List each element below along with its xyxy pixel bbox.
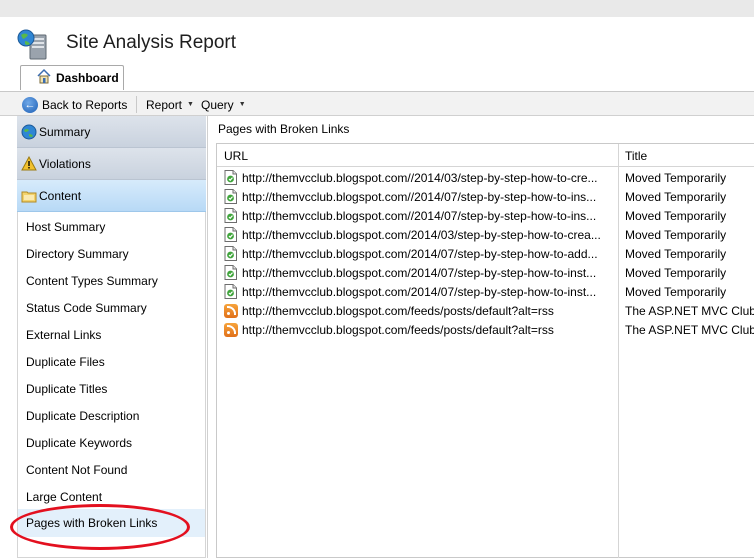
page-icon (224, 189, 237, 204)
chevron-down-icon: ▼ (187, 101, 194, 108)
app-title: Site Analysis Report (66, 32, 237, 53)
table-row[interactable]: http://themvcclub.blogspot.com//2014/07/… (217, 206, 754, 225)
folder-icon (21, 191, 37, 203)
title-cell: Moved Temporarily (625, 227, 727, 242)
table-row[interactable]: http://themvcclub.blogspot.com/2014/07/s… (217, 282, 754, 301)
section-content[interactable]: Content (17, 180, 206, 212)
url-text: http://themvcclub.blogspot.com/2014/07/s… (242, 265, 597, 280)
globe-icon (21, 124, 37, 140)
column-header-url[interactable]: URL (217, 144, 248, 167)
section-content-label: Content (39, 188, 82, 203)
table-row[interactable]: http://themvcclub.blogspot.com/2014/07/s… (217, 263, 754, 282)
sidebar-item-external-links[interactable]: External Links (18, 322, 205, 347)
report-menu-label: Report (146, 97, 183, 112)
url-cell: http://themvcclub.blogspot.com//2014/03/… (224, 168, 616, 187)
report-menu-button[interactable]: Report ▼ (146, 96, 194, 113)
sidebar-item-duplicate-keywords[interactable]: Duplicate Keywords (18, 430, 205, 455)
url-cell: http://themvcclub.blogspot.com/2014/07/s… (224, 244, 616, 263)
sidebar-item-directory-summary[interactable]: Directory Summary (18, 241, 205, 266)
title-cell: Moved Temporarily (625, 208, 727, 223)
url-text: http://themvcclub.blogspot.com//2014/07/… (242, 189, 597, 204)
url-text: http://themvcclub.blogspot.com/2014/03/s… (242, 227, 601, 242)
url-cell: http://themvcclub.blogspot.com/2014/07/s… (224, 263, 616, 282)
table-header: URL Title (217, 144, 754, 167)
chevron-down-icon: ▼ (238, 101, 246, 108)
section-summary[interactable]: Summary (17, 116, 206, 148)
column-header-title[interactable]: Title (618, 144, 647, 167)
table-row[interactable]: http://themvcclub.blogspot.com/feeds/pos… (217, 320, 754, 339)
window-top-bar (0, 0, 754, 17)
url-cell: http://themvcclub.blogspot.com//2014/07/… (224, 206, 616, 225)
table-row[interactable]: http://themvcclub.blogspot.com//2014/03/… (217, 168, 754, 187)
url-cell: http://themvcclub.blogspot.com/2014/03/s… (224, 225, 616, 244)
title-cell: Moved Temporarily (625, 265, 727, 280)
table-row[interactable]: http://themvcclub.blogspot.com/2014/07/s… (217, 244, 754, 263)
sidebar-item-duplicate-files[interactable]: Duplicate Files (18, 349, 205, 374)
url-cell: http://themvcclub.blogspot.com//2014/07/… (224, 187, 616, 206)
url-text: http://themvcclub.blogspot.com/2014/07/s… (242, 284, 597, 299)
home-icon (37, 68, 51, 84)
url-cell: http://themvcclub.blogspot.com/feeds/pos… (224, 301, 616, 320)
url-text: http://themvcclub.blogspot.com//2014/03/… (242, 170, 598, 185)
warning-icon (21, 156, 37, 171)
title-cell: The ASP.NET MVC Club (625, 303, 754, 318)
back-to-reports-label: Back to Reports (42, 97, 128, 112)
title-cell: Moved Temporarily (625, 284, 727, 299)
page-icon (224, 246, 237, 261)
section-violations[interactable]: Violations (17, 148, 206, 180)
url-text: http://themvcclub.blogspot.com/feeds/pos… (242, 322, 554, 337)
toolbar: ← Back to Reports Report ▼ Query ▼ (0, 91, 754, 116)
page-icon (224, 170, 237, 185)
table-row[interactable]: http://themvcclub.blogspot.com/feeds/pos… (217, 301, 754, 320)
red-highlight-oval (10, 504, 190, 550)
page-title: Pages with Broken Links (208, 116, 754, 141)
back-to-reports-button[interactable]: ← Back to Reports (22, 96, 127, 113)
title-cell: Moved Temporarily (625, 246, 727, 261)
url-text: http://themvcclub.blogspot.com//2014/07/… (242, 208, 597, 223)
page-icon (224, 265, 237, 280)
main-panel: Pages with Broken Links URL Title http:/… (207, 116, 754, 558)
title-cell: Moved Temporarily (625, 170, 727, 185)
url-cell: http://themvcclub.blogspot.com/feeds/pos… (224, 320, 616, 339)
sidebar-item-host-summary[interactable]: Host Summary (18, 214, 205, 239)
back-arrow-icon: ← (22, 96, 38, 113)
section-violations-label: Violations (39, 156, 91, 171)
table-row[interactable]: http://themvcclub.blogspot.com/2014/03/s… (217, 225, 754, 244)
sidebar-item-duplicate-description[interactable]: Duplicate Description (18, 403, 205, 428)
table-row[interactable]: http://themvcclub.blogspot.com//2014/07/… (217, 187, 754, 206)
app-header: Site Analysis Report Dashboard (0, 17, 754, 91)
rss-icon (224, 303, 238, 318)
page-icon (224, 208, 237, 223)
sidebar-item-status-code-summary[interactable]: Status Code Summary (18, 295, 205, 320)
section-summary-label: Summary (39, 124, 91, 139)
title-cell: The ASP.NET MVC Club (625, 322, 754, 337)
results-table: URL Title http://themvcclub.blogspot.com… (216, 143, 754, 558)
page-icon (224, 284, 237, 299)
sidebar-item-content-types-summary[interactable]: Content Types Summary (18, 268, 205, 293)
toolbar-separator (136, 96, 137, 113)
query-menu-button[interactable]: Query ▼ (201, 96, 246, 113)
server-globe-icon (17, 29, 47, 60)
rss-icon (224, 322, 238, 337)
url-cell: http://themvcclub.blogspot.com/2014/07/s… (224, 282, 616, 301)
url-text: http://themvcclub.blogspot.com/2014/07/s… (242, 246, 598, 261)
url-text: http://themvcclub.blogspot.com/feeds/pos… (242, 303, 554, 318)
tab-dashboard[interactable]: Dashboard (20, 65, 124, 90)
sidebar: Summary Violations Content Host Summary … (17, 116, 206, 558)
title-cell: Moved Temporarily (625, 189, 727, 204)
sidebar-item-duplicate-titles[interactable]: Duplicate Titles (18, 376, 205, 401)
tab-label: Dashboard (56, 71, 119, 85)
page-icon (224, 227, 237, 242)
query-menu-label: Query (201, 97, 234, 112)
sidebar-item-content-not-found[interactable]: Content Not Found (18, 457, 205, 482)
